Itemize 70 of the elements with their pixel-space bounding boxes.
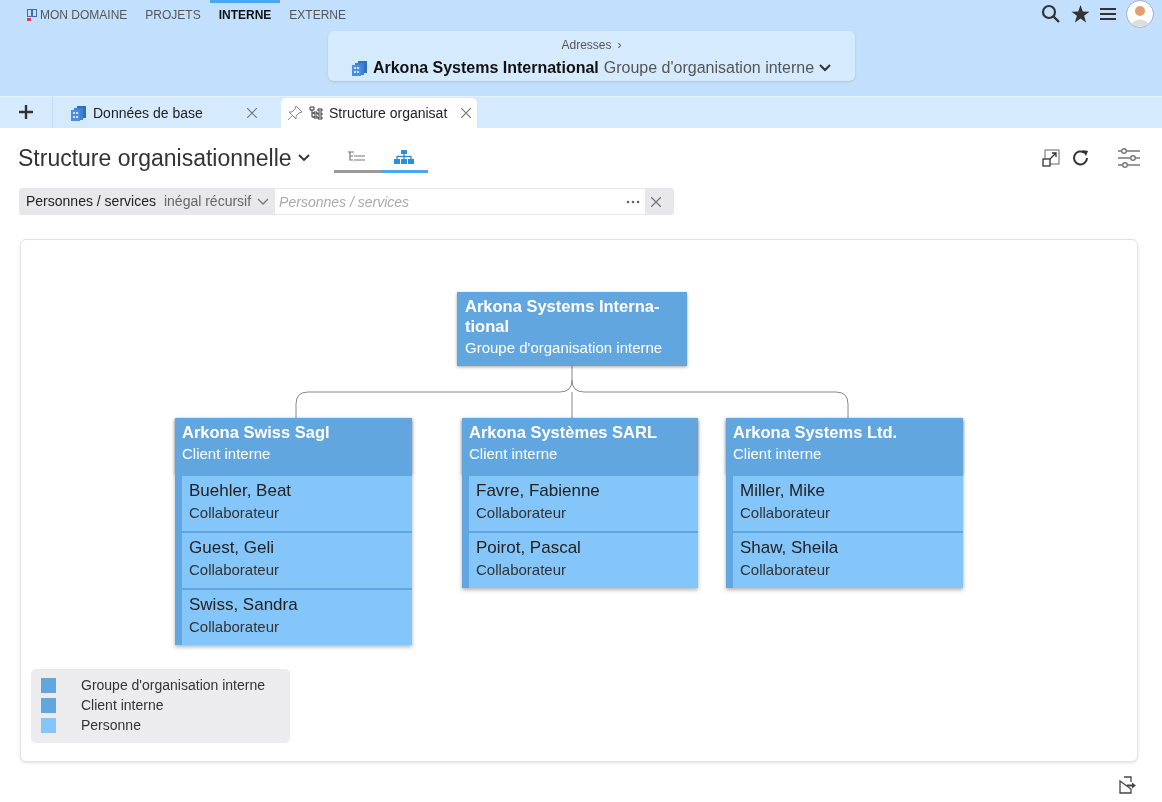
person-card[interactable]: Buehler, Beat Collaborateur <box>175 474 412 531</box>
person-card[interactable]: Poirot, Pascal Collaborateur <box>462 531 698 588</box>
buildings-icon <box>71 105 87 121</box>
star-icon[interactable] <box>1071 4 1090 23</box>
person-role: Collaborateur <box>189 560 281 580</box>
node-name: Arkona Systems Ltd. <box>733 422 899 442</box>
nav-tab[interactable]: MON DOMAINE <box>18 0 137 27</box>
person-role: Collaborateur <box>476 503 568 523</box>
operator-dropdown[interactable]: inégal récursif <box>163 191 276 212</box>
chevron-down-icon[interactable] <box>819 64 832 72</box>
person-role: Collaborateur <box>740 503 832 523</box>
node-type: Client interne <box>733 444 823 464</box>
node-name: Arkona Systèmes SARL <box>469 422 658 442</box>
person-name: Swiss, Sandra <box>189 594 299 616</box>
refresh-icon[interactable] <box>1072 149 1090 167</box>
tree-list-icon <box>347 150 368 163</box>
separator-glyph: › <box>617 37 622 54</box>
legend-label: Client interne <box>81 696 164 715</box>
close-icon[interactable] <box>651 196 662 207</box>
person-role: Collaborateur <box>189 617 281 637</box>
buildings-icon <box>351 60 368 76</box>
export-icon[interactable] <box>1119 776 1137 794</box>
search-icon[interactable] <box>1041 3 1061 24</box>
record-type: Groupe d'organisation interne <box>603 58 815 78</box>
breadcrumb-link[interactable]: Adresses <box>561 36 612 54</box>
person-name: Buehler, Beat <box>189 480 293 502</box>
person-card[interactable]: Miller, Mike Collaborateur <box>726 474 963 531</box>
nav-tab[interactable]: INTERNE <box>209 0 281 27</box>
record-title: Arkona Systems International <box>372 58 599 78</box>
tab-label: Données de base <box>93 103 204 123</box>
person-name: Poirot, Pascal <box>476 537 582 559</box>
person-name: Favre, Fabienne <box>476 480 601 502</box>
node-type: Client interne <box>469 444 559 464</box>
menu-icon[interactable] <box>1100 6 1116 21</box>
dashboard-icon <box>27 9 37 21</box>
plus-icon[interactable] <box>18 104 34 120</box>
person-name: Guest, Geli <box>189 537 276 559</box>
node-name: Arkona Swiss Sagl <box>182 422 331 442</box>
person-name: Shaw, Sheila <box>740 537 840 559</box>
person-name: Miller, Mike <box>740 480 826 502</box>
person-card[interactable]: Shaw, Sheila Collaborateur <box>726 531 963 588</box>
close-icon[interactable] <box>247 108 257 118</box>
node-name: Arkona Systems Interna-tional <box>465 296 661 336</box>
sliders-icon[interactable] <box>1118 148 1140 168</box>
pin-icon[interactable] <box>287 105 303 121</box>
person-card[interactable]: Favre, Fabienne Collaborateur <box>462 474 698 531</box>
more-icon[interactable] <box>626 200 641 204</box>
node-type: Client interne <box>182 444 272 464</box>
filter-field-label: Personnes / services <box>25 192 156 211</box>
person-role: Collaborateur <box>476 560 568 580</box>
document-tab[interactable]: Structure organisat <box>281 98 477 128</box>
person-role: Collaborateur <box>740 560 832 580</box>
document-tab[interactable]: Données de base <box>65 98 263 128</box>
person-card[interactable]: Swiss, Sandra Collaborateur <box>175 588 412 645</box>
chevron-down-icon[interactable] <box>297 154 310 162</box>
person-card[interactable]: Guest, Geli Collaborateur <box>175 531 412 588</box>
org-chart-icon <box>394 149 415 164</box>
tab-label: Structure organisat <box>329 103 449 123</box>
nav-tab[interactable]: PROJETS <box>136 0 210 27</box>
nav-tab[interactable]: EXTERNE <box>280 0 356 27</box>
legend-label: Groupe d'organisation interne <box>81 676 266 695</box>
hierarchy-icon <box>309 106 323 120</box>
person-role: Collaborateur <box>189 503 281 523</box>
legend-label: Personne <box>81 716 141 735</box>
chevron-down-icon <box>257 198 270 205</box>
filter-input[interactable]: Personnes / services <box>275 189 646 214</box>
close-icon[interactable] <box>461 108 471 118</box>
expand-icon[interactable] <box>1042 149 1060 167</box>
node-type: Groupe d'organisation interne <box>465 338 664 358</box>
view-title: Structure organisationnelle <box>18 143 292 173</box>
